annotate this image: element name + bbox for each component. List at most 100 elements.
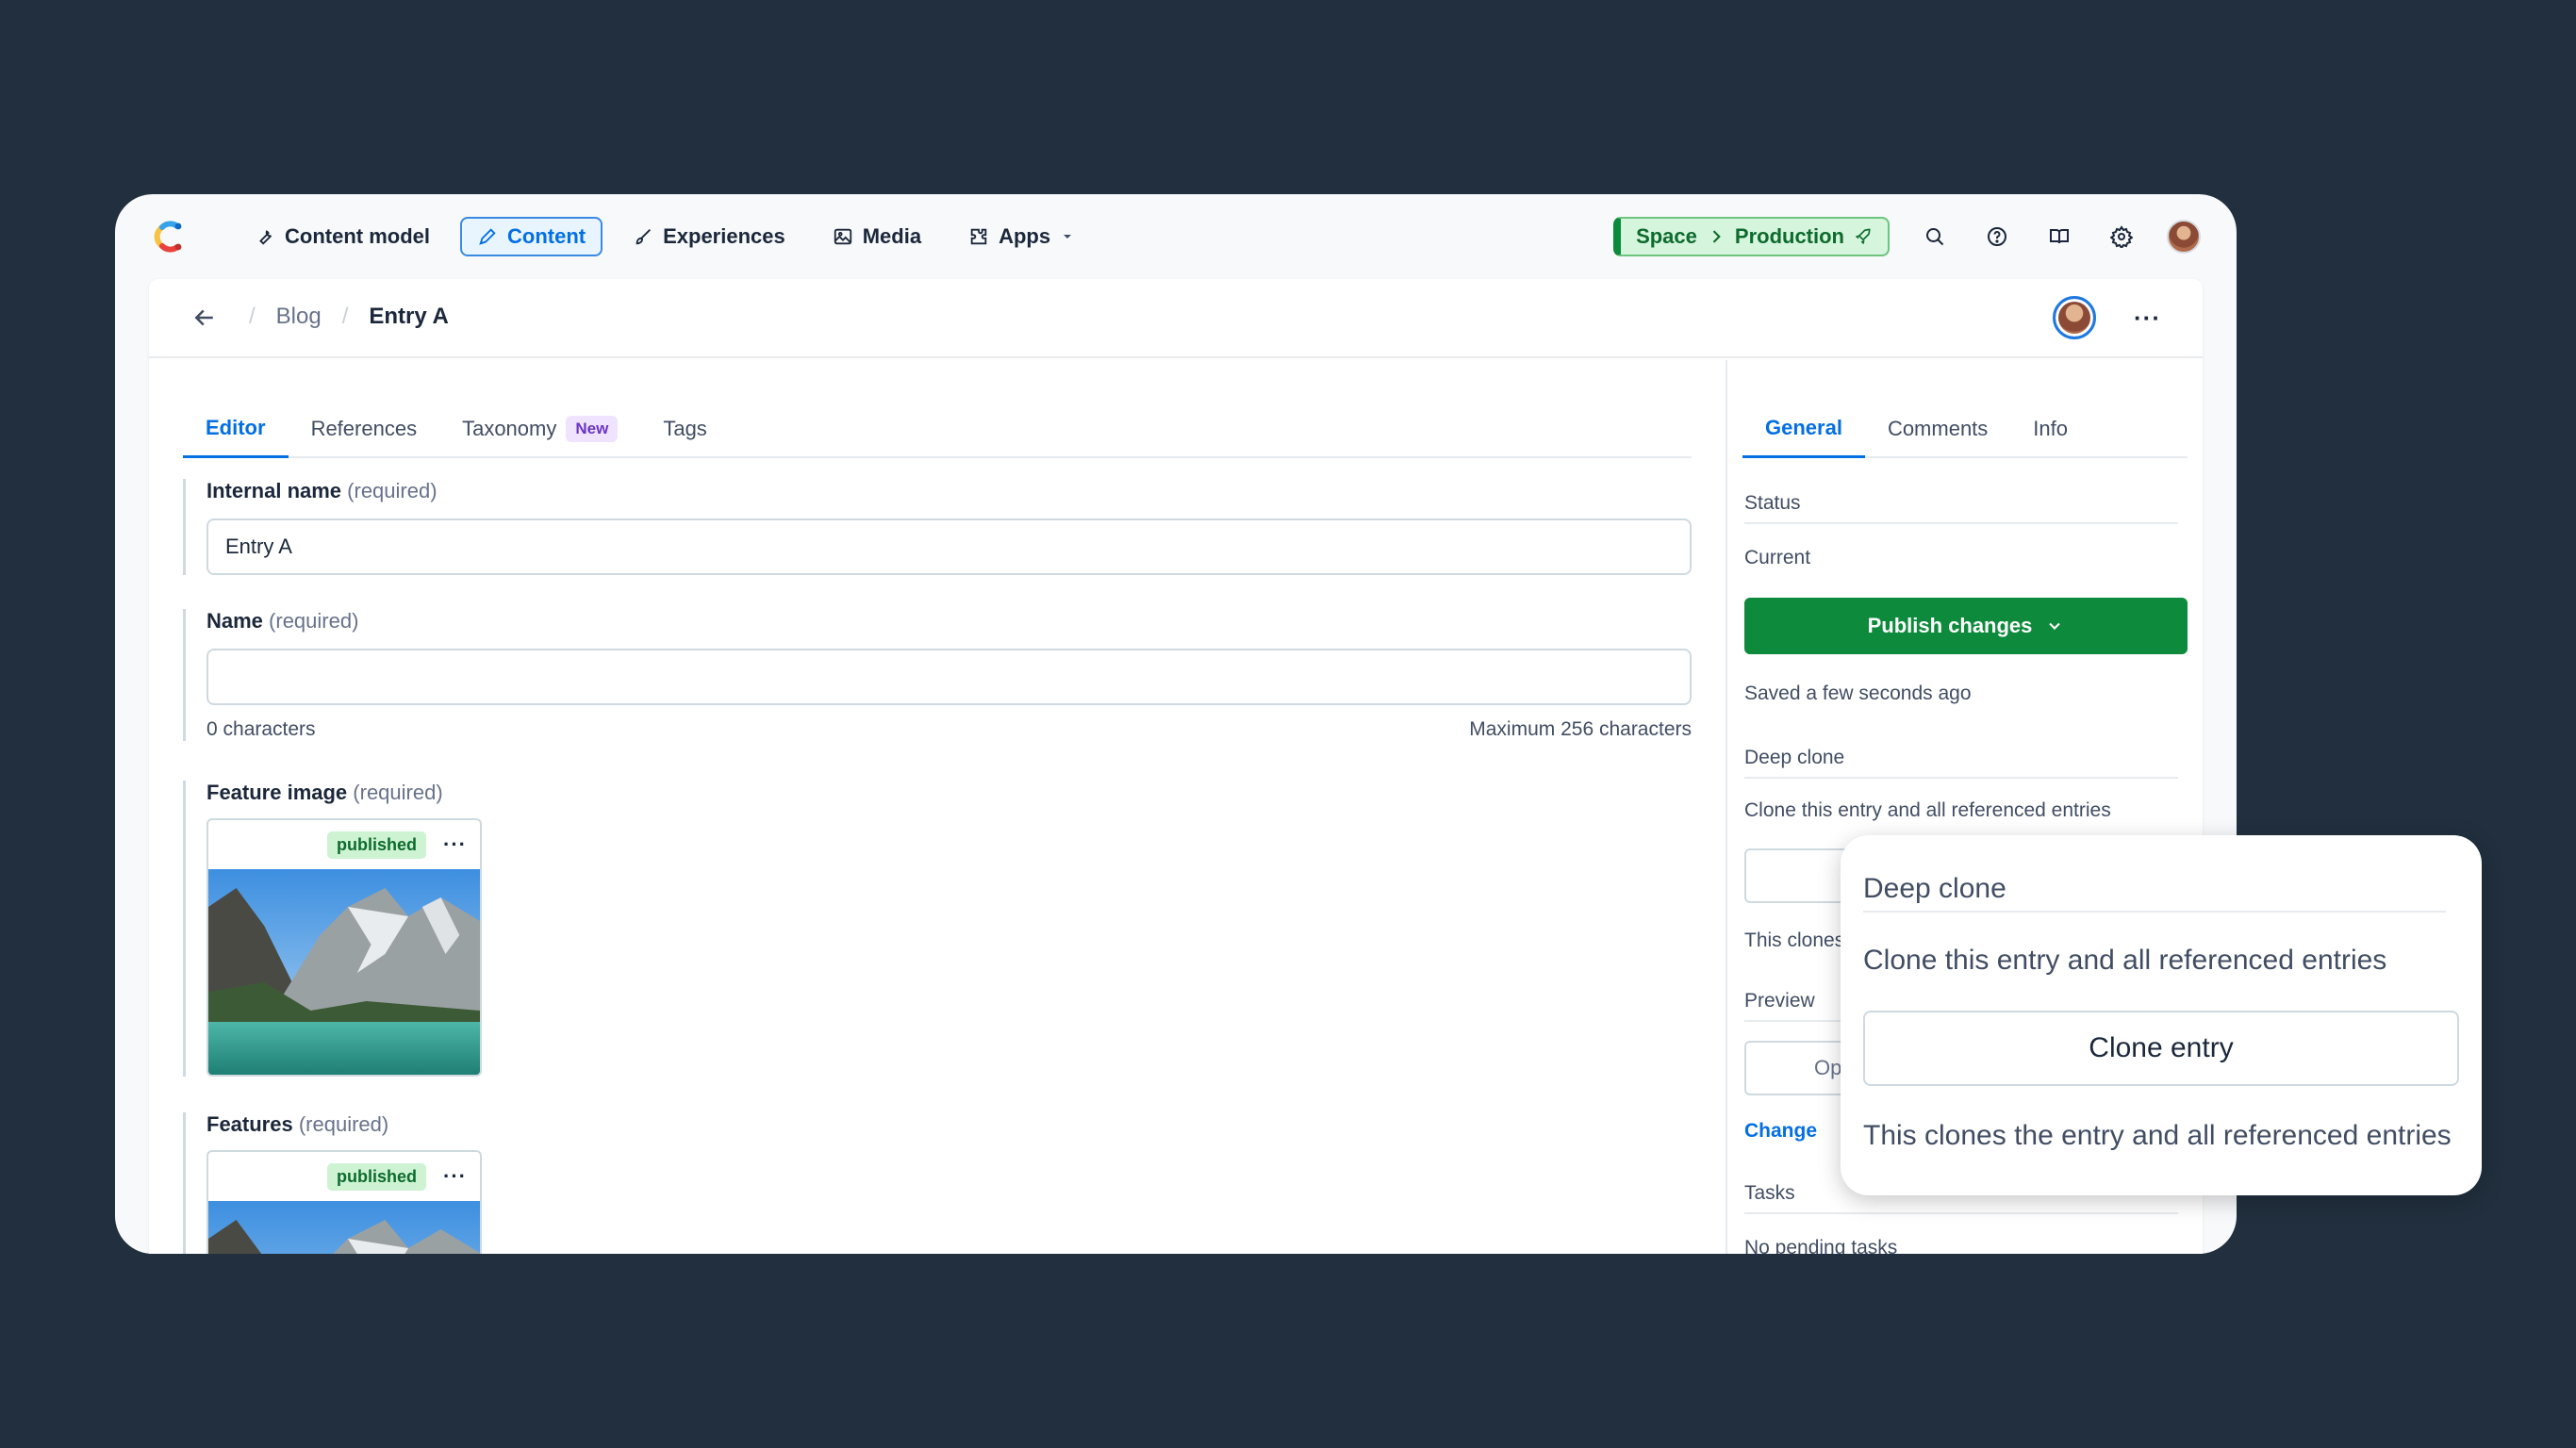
internal-name-input[interactable]: Entry A <box>206 518 1692 575</box>
active-user-avatar[interactable] <box>2053 296 2097 339</box>
editor-tabs: Editor References Taxonomy New Tags <box>183 400 1692 458</box>
puzzle-icon <box>970 228 987 245</box>
book-icon[interactable] <box>2042 220 2076 254</box>
user-avatar[interactable] <box>2167 220 2201 254</box>
name-label-text: Name <box>206 609 263 633</box>
saved-status: Saved a few seconds ago <box>1744 683 1972 704</box>
tasks-empty-text: No pending tasks <box>1744 1237 1898 1254</box>
feature-image-field: Feature image (required) published ··· <box>183 781 1692 1077</box>
nav-content-model-label: Content model <box>285 224 430 248</box>
wrench-icon <box>259 230 272 245</box>
breadcrumb-current: Entry A <box>369 304 449 329</box>
internal-name-value: Entry A <box>225 535 292 558</box>
nav-experiences[interactable]: Experiences <box>616 217 802 256</box>
status-heading: Status <box>1744 492 2178 524</box>
tab-taxonomy-label: Taxonomy <box>462 417 557 440</box>
name-input[interactable] <box>206 649 1692 705</box>
character-count: 0 characters <box>206 718 316 740</box>
feature-image-label: Feature image (required) <box>206 781 1692 805</box>
nav-apps[interactable]: Apps <box>951 217 1092 256</box>
search-icon[interactable] <box>1918 220 1952 254</box>
tab-tags[interactable]: Tags <box>640 400 729 458</box>
popover-clone-entry-label: Clone entry <box>2089 1032 2234 1063</box>
tab-references[interactable]: References <box>289 400 440 458</box>
required-indicator: (required) <box>353 781 443 804</box>
tab-info[interactable]: Info <box>2010 400 2090 458</box>
environment-switcher[interactable]: Space Production <box>1613 217 1890 256</box>
deep-clone-popover: Deep clone Clone this entry and all refe… <box>1841 835 2482 1195</box>
breadcrumb-actions: ··· <box>2053 296 2161 339</box>
tab-references-label: References <box>310 417 418 440</box>
deep-clone-description: Clone this entry and all referenced entr… <box>1744 799 2111 821</box>
tab-info-label: Info <box>2033 417 2068 440</box>
required-indicator: (required) <box>347 479 438 502</box>
editor-column: Editor References Taxonomy New Tags Inte… <box>149 360 1726 1254</box>
popover-clone-entry-button[interactable]: Clone entry <box>1863 1011 2459 1086</box>
image-icon <box>834 228 851 245</box>
tab-general[interactable]: General <box>1742 400 1865 458</box>
published-badge: published <box>327 1162 427 1191</box>
tab-comments-label: Comments <box>1887 417 1989 440</box>
publish-changes-label: Publish changes <box>1867 614 2033 637</box>
nav-content[interactable]: Content <box>460 217 603 256</box>
sidebar-tabs: General Comments Info <box>1742 400 2188 458</box>
nav-apps-label: Apps <box>999 224 1051 248</box>
tab-editor[interactable]: Editor <box>183 400 289 458</box>
internal-name-label: Internal name (required) <box>206 479 1692 503</box>
features-label-text: Features <box>206 1112 293 1136</box>
nav-items: Content model Content Experiences Media … <box>238 217 1092 256</box>
tab-taxonomy[interactable]: Taxonomy New <box>439 400 640 458</box>
required-indicator: (required) <box>298 1112 389 1136</box>
caret-down-icon <box>1064 235 1072 239</box>
internal-name-label-text: Internal name <box>206 479 342 502</box>
asset-more-icon[interactable]: ··· <box>443 832 467 857</box>
popover-description: Clone this entry and all referenced entr… <box>1863 945 2387 976</box>
asset-card-header: published ··· <box>208 1152 480 1201</box>
back-arrow-icon[interactable] <box>190 304 219 332</box>
tab-comments[interactable]: Comments <box>1865 400 2010 458</box>
internal-name-field: Internal name (required) Entry A <box>183 479 1692 575</box>
feature-image-label-text: Feature image <box>206 781 348 804</box>
new-badge: New <box>566 416 619 442</box>
help-icon[interactable] <box>1980 220 2014 254</box>
features-field: Features (required) published ··· <box>183 1112 1692 1254</box>
published-badge: published <box>327 831 427 859</box>
features-card[interactable]: published ··· <box>206 1150 482 1254</box>
nav-content-label: Content <box>507 224 586 248</box>
pen-icon <box>479 228 496 245</box>
publish-changes-button[interactable]: Publish changes <box>1744 598 2188 654</box>
gear-icon[interactable] <box>2105 220 2138 254</box>
open-preview-label: Op <box>1814 1056 1842 1079</box>
feature-image-card[interactable]: published ··· <box>206 818 482 1077</box>
top-navigation: Content model Content Experiences Media … <box>115 194 2237 279</box>
nav-media-label: Media <box>862 224 922 248</box>
chevron-right-icon <box>1712 230 1721 243</box>
status-current: Current <box>1744 547 1811 568</box>
space-label: Space <box>1636 224 1697 248</box>
breadcrumb-bar: / Blog / Entry A ··· <box>149 279 2203 358</box>
required-indicator: (required) <box>269 609 359 633</box>
tab-tags-label: Tags <box>663 417 707 440</box>
name-field: Name (required) 0 characters Maximum 256… <box>183 609 1692 741</box>
deep-clone-heading: Deep clone <box>1744 747 2178 779</box>
nav-experiences-label: Experiences <box>663 224 785 248</box>
asset-card-header: published ··· <box>208 820 480 869</box>
popover-note: This clones the entry and all referenced… <box>1863 1120 2452 1151</box>
features-thumbnail <box>208 1201 480 1254</box>
nav-content-model[interactable]: Content model <box>238 217 447 256</box>
breadcrumb: / Blog / Entry A <box>228 304 449 330</box>
breadcrumb-parent[interactable]: Blog <box>276 304 322 330</box>
features-label: Features (required) <box>206 1112 1692 1137</box>
chevron-down-icon <box>2049 622 2061 630</box>
more-options-icon[interactable]: ··· <box>2134 304 2161 333</box>
environment-label: Production <box>1734 224 1844 248</box>
asset-more-icon[interactable]: ··· <box>443 1164 467 1189</box>
rocket-icon <box>1855 228 1871 245</box>
breadcrumb-separator: / <box>341 304 349 329</box>
nav-right: Space Production <box>1613 217 2201 256</box>
character-max: Maximum 256 characters <box>1469 718 1692 740</box>
contentful-logo-icon[interactable] <box>151 219 185 255</box>
nav-media[interactable]: Media <box>816 217 938 256</box>
name-hint-row: 0 characters Maximum 256 characters <box>206 718 1692 741</box>
tab-editor-label: Editor <box>206 415 266 439</box>
